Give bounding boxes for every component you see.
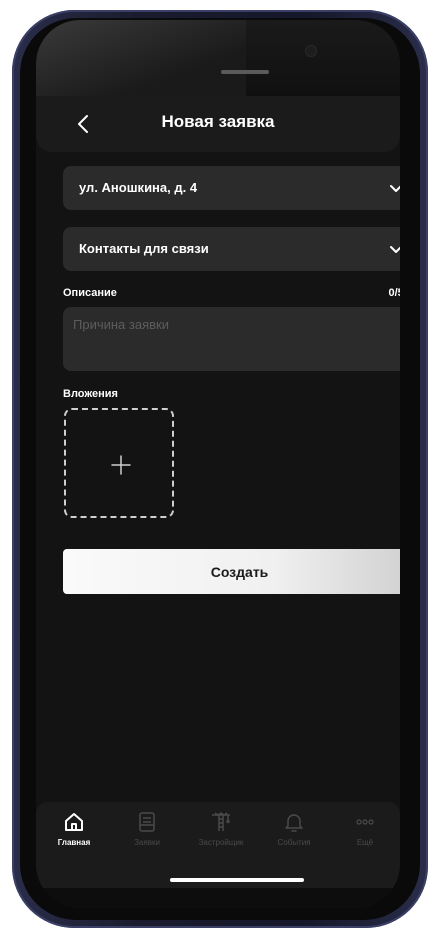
- tab-events[interactable]: События: [259, 810, 329, 854]
- notch-shine: [36, 20, 246, 96]
- tab-label: Заявки: [134, 838, 160, 847]
- more-icon: [356, 819, 374, 825]
- tab-label: Ещё: [356, 838, 374, 847]
- front-camera: [305, 45, 317, 57]
- tab-home[interactable]: Главная: [39, 810, 109, 854]
- address-select[interactable]: ул. Аношкина, д. 4: [63, 166, 400, 210]
- bottom-tab-bar: Главная Заявки Застройщик События Ещё: [36, 802, 400, 908]
- chevron-down-icon: [390, 246, 400, 253]
- bottom-band: [36, 888, 400, 908]
- top-bar: Новая заявка: [36, 96, 400, 152]
- contacts-select[interactable]: Контакты для связи: [63, 227, 400, 271]
- app-screen: Новая заявка ул. Аношкина, д. 4 Контакты…: [36, 20, 400, 908]
- document-icon: [139, 812, 155, 832]
- contacts-select-value: Контакты для связи: [79, 241, 209, 256]
- tab-more[interactable]: Ещё: [330, 810, 400, 854]
- tab-label: Главная: [57, 838, 91, 847]
- plus-icon: [111, 455, 131, 475]
- speaker-grille: [221, 70, 269, 74]
- description-input[interactable]: [63, 307, 400, 371]
- add-attachment-button[interactable]: [64, 408, 174, 518]
- create-button[interactable]: Создать: [63, 549, 400, 594]
- crane-icon: [212, 812, 230, 831]
- description-label: Описание: [63, 287, 117, 299]
- chevron-down-icon: [390, 185, 400, 192]
- bell-icon: [285, 814, 303, 832]
- description-counter: 0/500: [388, 287, 400, 299]
- tab-developer[interactable]: Застройщик: [186, 810, 256, 854]
- tab-label: Застройщик: [198, 838, 244, 847]
- address-select-value: ул. Аношкина, д. 4: [79, 180, 198, 195]
- home-icon: [65, 813, 83, 831]
- status-area: [36, 20, 400, 96]
- page-title: Новая заявка: [161, 112, 275, 131]
- attachments-label: Вложения: [63, 388, 118, 400]
- home-indicator[interactable]: [170, 878, 304, 882]
- tab-requests[interactable]: Заявки: [112, 810, 182, 854]
- tab-label: События: [277, 838, 311, 847]
